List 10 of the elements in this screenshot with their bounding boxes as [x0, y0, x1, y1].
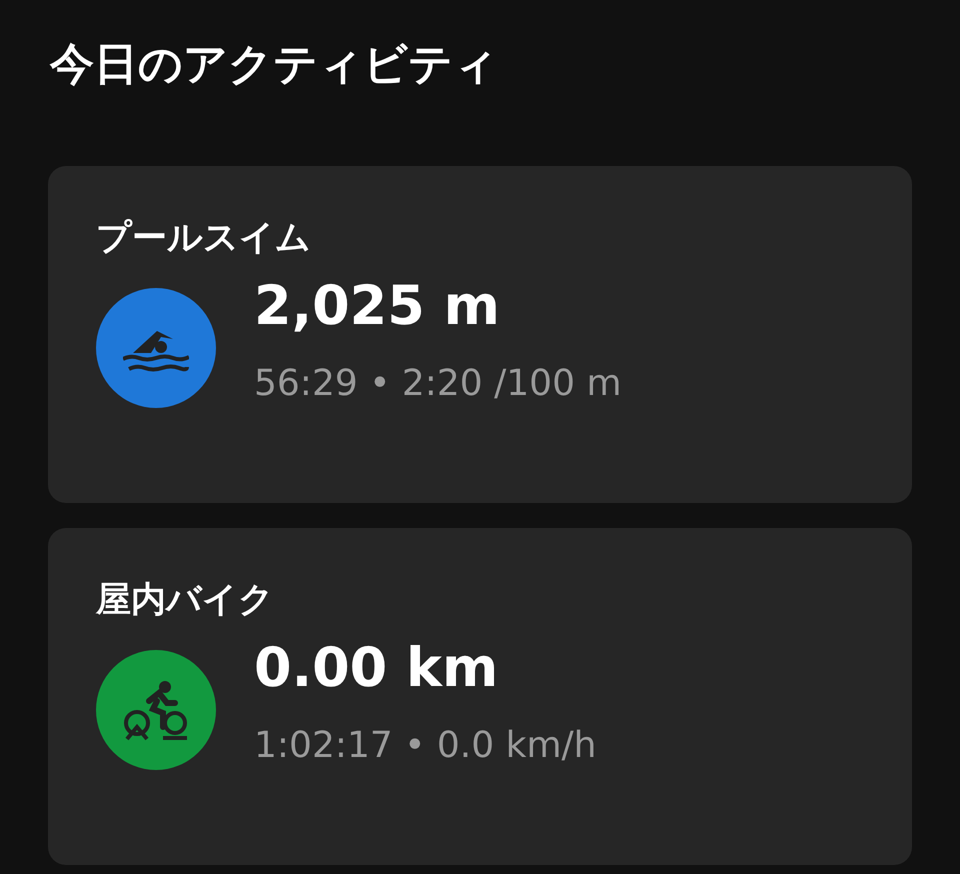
activity-card[interactable]: プールスイム 2,025 m 56:29 • 2:20 /100 m	[48, 166, 912, 503]
activity-details: 1:02:17 • 0.0 km/h	[254, 724, 596, 768]
distance-value: 0.00 km	[254, 635, 498, 701]
activity-details: 56:29 • 2:20 /100 m	[254, 362, 622, 406]
stationary-bike-icon	[123, 679, 189, 741]
activity-card[interactable]: 屋内バイク 0.00 km 1:02:17 • 0.0 km/h	[48, 528, 912, 865]
distance-value: 2,025 m	[254, 273, 500, 339]
activity-name: プールスイム	[96, 217, 311, 260]
page-title: 今日のアクティビティ	[50, 38, 499, 92]
activity-name: 屋内バイク	[96, 579, 274, 622]
